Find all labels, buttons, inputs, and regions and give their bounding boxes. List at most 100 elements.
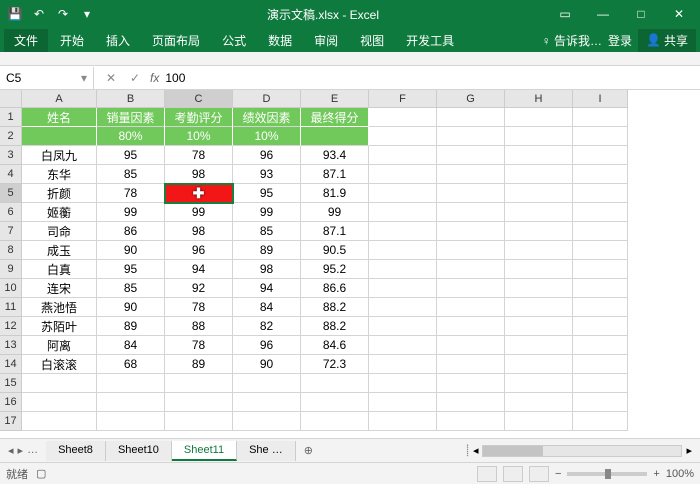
row-header-16[interactable]: 16 [0,393,22,412]
cell-D3[interactable]: 96 [233,146,301,165]
cell-G2[interactable] [437,127,505,146]
cell-A11[interactable]: 燕池悟 [22,298,97,317]
cell-E16[interactable] [301,393,369,412]
cell-I15[interactable] [573,374,628,393]
cell-E10[interactable]: 86.6 [301,279,369,298]
cell-B2[interactable]: 80% [97,127,165,146]
cell-I16[interactable] [573,393,628,412]
cell-A5[interactable]: 折颜 [22,184,97,203]
macro-record-icon[interactable]: ▢ [36,467,46,480]
cell-G6[interactable] [437,203,505,222]
minimize-icon[interactable]: — [586,3,620,25]
cell-C2[interactable]: 10% [165,127,233,146]
cell-I4[interactable] [573,165,628,184]
cell-B6[interactable]: 99 [97,203,165,222]
cell-E9[interactable]: 95.2 [301,260,369,279]
ribbon-options-icon[interactable]: ▭ [548,3,582,25]
cell-C8[interactable]: 96 [165,241,233,260]
cell-I1[interactable] [573,108,628,127]
cell-C9[interactable]: 94 [165,260,233,279]
cell-G9[interactable] [437,260,505,279]
col-header-C[interactable]: C [165,90,233,108]
cell-F16[interactable] [369,393,437,412]
cell-C5[interactable]: ✚ [165,184,233,203]
col-header-E[interactable]: E [301,90,369,108]
zoom-value[interactable]: 100% [666,468,694,480]
tab-file[interactable]: 文件 [4,29,48,52]
cell-C1[interactable]: 考勤评分 [165,108,233,127]
tab-formulas[interactable]: 公式 [212,29,256,52]
cell-E3[interactable]: 93.4 [301,146,369,165]
sheet-tab-Sheet10[interactable]: Sheet10 [106,441,172,461]
fx-icon[interactable]: fx [150,71,159,85]
cell-C14[interactable]: 89 [165,355,233,374]
login-link[interactable]: 登录 [608,32,632,49]
cell-I14[interactable] [573,355,628,374]
cell-F11[interactable] [369,298,437,317]
sheet-tab-Sheet11[interactable]: Sheet11 [172,441,237,461]
cell-A12[interactable]: 苏陌叶 [22,317,97,336]
cell-I13[interactable] [573,336,628,355]
cell-G5[interactable] [437,184,505,203]
cell-H14[interactable] [505,355,573,374]
cell-D15[interactable] [233,374,301,393]
row-header-13[interactable]: 13 [0,336,22,355]
cell-C17[interactable] [165,412,233,431]
cell-I5[interactable] [573,184,628,203]
row-header-10[interactable]: 10 [0,279,22,298]
cell-G14[interactable] [437,355,505,374]
cell-H11[interactable] [505,298,573,317]
tab-developer[interactable]: 开发工具 [396,29,464,52]
cell-F10[interactable] [369,279,437,298]
hscroll-right-icon[interactable]: ▸ [686,444,692,457]
tab-review[interactable]: 审阅 [304,29,348,52]
cell-G17[interactable] [437,412,505,431]
cell-F14[interactable] [369,355,437,374]
cell-A7[interactable]: 司命 [22,222,97,241]
cell-D4[interactable]: 93 [233,165,301,184]
cell-D9[interactable]: 98 [233,260,301,279]
formula-input[interactable] [165,71,692,85]
tab-data[interactable]: 数据 [258,29,302,52]
cell-I10[interactable] [573,279,628,298]
zoom-in-icon[interactable]: + [653,468,659,480]
cell-D12[interactable]: 82 [233,317,301,336]
row-header-9[interactable]: 9 [0,260,22,279]
cell-G4[interactable] [437,165,505,184]
cell-H6[interactable] [505,203,573,222]
spreadsheet-grid[interactable]: 1234567891011121314151617 ABCDEFGHI 姓名销量… [0,90,700,438]
cell-H17[interactable] [505,412,573,431]
tab-nav-next-icon[interactable]: ▸ [18,444,24,457]
cancel-formula-icon[interactable]: ✕ [102,71,120,85]
tab-nav-more-icon[interactable]: … [27,444,38,457]
cell-G1[interactable] [437,108,505,127]
cell-D14[interactable]: 90 [233,355,301,374]
cell-A3[interactable]: 白凤九 [22,146,97,165]
cell-H3[interactable] [505,146,573,165]
row-header-15[interactable]: 15 [0,374,22,393]
cell-F7[interactable] [369,222,437,241]
row-header-17[interactable]: 17 [0,412,22,431]
cell-D7[interactable]: 85 [233,222,301,241]
cell-H10[interactable] [505,279,573,298]
cell-H1[interactable] [505,108,573,127]
cell-G11[interactable] [437,298,505,317]
select-all-corner[interactable] [0,90,22,108]
cell-E6[interactable]: 99 [301,203,369,222]
row-header-14[interactable]: 14 [0,355,22,374]
cell-E2[interactable] [301,127,369,146]
cell-G12[interactable] [437,317,505,336]
cell-C3[interactable]: 78 [165,146,233,165]
row-header-7[interactable]: 7 [0,222,22,241]
cell-I11[interactable] [573,298,628,317]
cell-F12[interactable] [369,317,437,336]
cell-B8[interactable]: 90 [97,241,165,260]
cell-D1[interactable]: 绩效因素 [233,108,301,127]
cell-A6[interactable]: 姬蘅 [22,203,97,222]
cell-F3[interactable] [369,146,437,165]
cell-H13[interactable] [505,336,573,355]
accept-formula-icon[interactable]: ✓ [126,71,144,85]
cell-H12[interactable] [505,317,573,336]
row-header-2[interactable]: 2 [0,127,22,146]
cell-B3[interactable]: 95 [97,146,165,165]
